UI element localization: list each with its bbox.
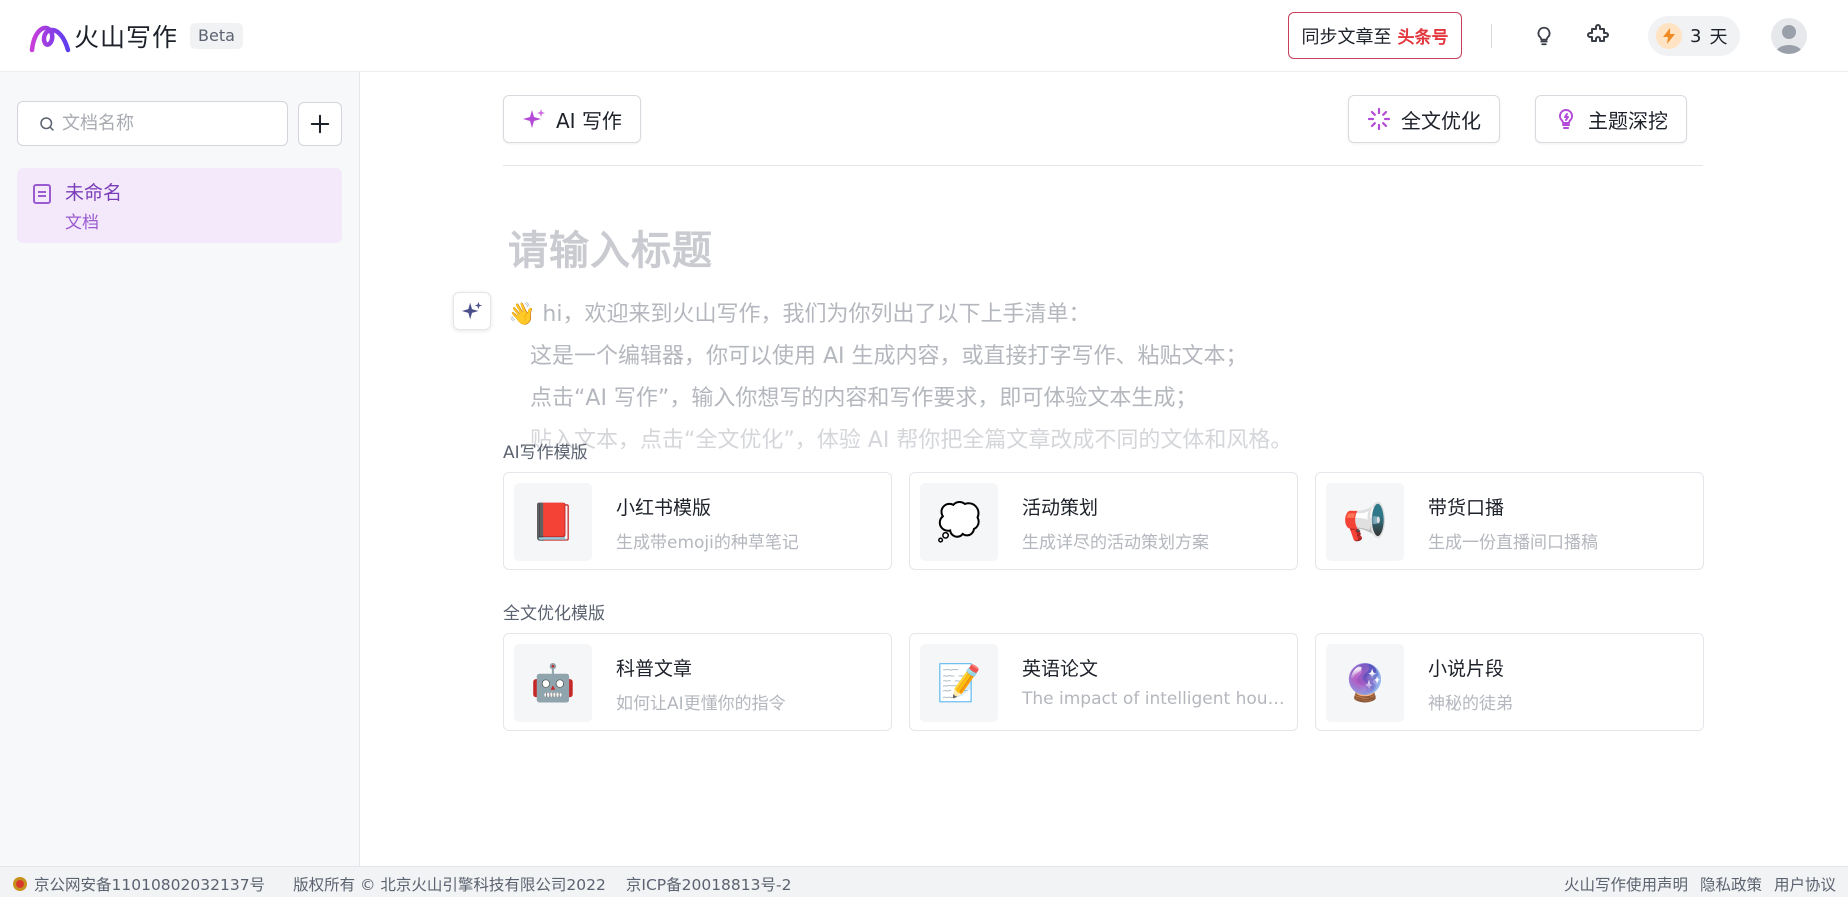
memo-icon: 📝 (920, 644, 998, 722)
document-title-input[interactable]: 请输入标题 (508, 218, 713, 276)
document-icon (33, 184, 51, 204)
template-title: 小红书模版 (616, 497, 712, 519)
sparkle-icon (461, 301, 483, 320)
template-title: 活动策划 (1022, 497, 1099, 519)
search-input[interactable] (62, 113, 262, 134)
plus-icon (310, 114, 330, 134)
loader-sparkle-icon (1367, 107, 1391, 131)
editor-area: AI 写作 全文优化 主题深挖 请输入标题 👋 hi，欢迎来到火山写作，我们为你… (360, 72, 1848, 866)
megaphone-icon: 📢 (1326, 483, 1404, 561)
header-divider (1491, 24, 1492, 48)
user-agreement-link[interactable]: 用户协议 (1774, 873, 1836, 895)
toolbar-divider (503, 165, 1703, 166)
lightning-icon (1656, 23, 1682, 49)
optimize-template-cards: 🤖 科普文章 如何让AI更懂你的指令 📝 英语论文 The impact of … (503, 633, 1704, 731)
beta-badge: Beta (190, 23, 243, 49)
app-logo[interactable]: 火山写作 Beta (28, 18, 243, 54)
full-optimize-label: 全文优化 (1401, 108, 1481, 133)
sync-label: 同步文章至 (1301, 26, 1392, 48)
logo-text: 火山写作 (74, 23, 179, 52)
template-subtitle: 生成一份直播间口播稿 (1428, 533, 1598, 553)
days-unit: 天 (1709, 27, 1728, 48)
police-badge-icon (13, 877, 27, 891)
optimize-templates-heading: 全文优化模版 (503, 604, 605, 624)
document-sidebar: 未命名 文档 (0, 72, 360, 866)
crystal-ball-icon: 🔮 (1326, 644, 1404, 722)
bulb-sparkle-icon (1558, 108, 1574, 129)
copyright-text: 版权所有 © 北京火山引擎科技有限公司2022 (293, 876, 606, 894)
template-card-science[interactable]: 🤖 科普文章 如何让AI更懂你的指令 (503, 633, 892, 731)
streak-days-badge[interactable]: 3 天 (1648, 16, 1740, 56)
intro-line: 这是一个编辑器，你可以使用 AI 生成内容，或直接打字写作、粘贴文本； (530, 344, 1248, 369)
template-subtitle: The impact of intelligent household prod… (1022, 689, 1287, 709)
template-card-live-script[interactable]: 📢 带货口播 生成一份直播间口播稿 (1315, 472, 1704, 570)
ai-template-cards: 📕 小红书模版 生成带emoji的种草笔记 💭 活动策划 生成详尽的活动策划方案… (503, 472, 1704, 570)
template-subtitle: 生成带emoji的种草笔记 (616, 533, 799, 553)
icp-record-link[interactable]: 京ICP备20018813号-2 (626, 873, 792, 895)
topic-dig-button[interactable]: 主题深挖 (1535, 95, 1687, 143)
ai-templates-heading: AI写作模版 (503, 443, 588, 463)
search-icon (40, 116, 54, 131)
sparkle-icon (523, 109, 545, 128)
full-optimize-button[interactable]: 全文优化 (1348, 95, 1500, 143)
thought-bubble-icon: 💭 (920, 483, 998, 561)
user-avatar[interactable] (1771, 18, 1807, 54)
document-subtitle: 文档 (65, 213, 99, 233)
sync-to-toutiao-button[interactable]: 同步文章至 头条号 (1288, 12, 1462, 59)
template-subtitle: 生成详尽的活动策划方案 (1022, 533, 1209, 553)
template-title: 科普文章 (616, 658, 693, 680)
template-card-novel[interactable]: 🔮 小说片段 神秘的徒弟 (1315, 633, 1704, 731)
days-count: 3 (1690, 25, 1702, 47)
police-record-link[interactable]: 京公网安备11010802032137号 (34, 873, 265, 895)
topic-dig-label: 主题深挖 (1588, 108, 1668, 133)
robot-icon: 🤖 (514, 644, 592, 722)
intro-line: 👋 hi，欢迎来到火山写作，我们为你列出了以下上手清单： (508, 302, 1091, 327)
new-document-button[interactable] (298, 102, 342, 146)
footer: 京公网安备11010802032137号 版权所有 © 北京火山引擎科技有限公司… (0, 866, 1848, 897)
ai-assist-float-button[interactable] (453, 292, 491, 330)
privacy-policy-link[interactable]: 隐私政策 (1700, 873, 1762, 895)
template-card-xiaohongshu[interactable]: 📕 小红书模版 生成带emoji的种草笔记 (503, 472, 892, 570)
template-subtitle: 如何让AI更懂你的指令 (616, 694, 786, 714)
template-title: 小说片段 (1428, 658, 1505, 680)
template-subtitle: 神秘的徒弟 (1428, 694, 1513, 714)
toutiao-brand: 头条号 (1397, 28, 1449, 48)
ai-write-button[interactable]: AI 写作 (503, 95, 641, 143)
usage-statement-link[interactable]: 火山写作使用声明 (1564, 873, 1688, 895)
document-title: 未命名 (65, 182, 123, 204)
search-box[interactable] (17, 101, 288, 146)
template-card-event-plan[interactable]: 💭 活动策划 生成详尽的活动策划方案 (909, 472, 1298, 570)
top-bar: 火山写作 Beta 同步文章至 头条号 3 天 (0, 0, 1848, 72)
ai-write-label: AI 写作 (556, 108, 622, 133)
template-title: 英语论文 (1022, 658, 1099, 680)
plugin-icon[interactable] (1582, 20, 1614, 52)
document-list-item[interactable]: 未命名 文档 (17, 168, 342, 243)
red-book-icon: 📕 (514, 483, 592, 561)
intro-line: 点击“AI 写作”，输入你想写的内容和写作要求，即可体验文本生成； (530, 386, 1198, 411)
template-title: 带货口播 (1428, 497, 1505, 519)
intro-line: 贴入文本，点击“全文优化”，体验 AI 帮你把全篇文章改成不同的文体和风格。 (530, 428, 1293, 453)
template-card-english-paper[interactable]: 📝 英语论文 The impact of intelligent househo… (909, 633, 1298, 731)
lightbulb-icon[interactable] (1528, 20, 1560, 52)
logo-mark-icon (29, 25, 71, 53)
